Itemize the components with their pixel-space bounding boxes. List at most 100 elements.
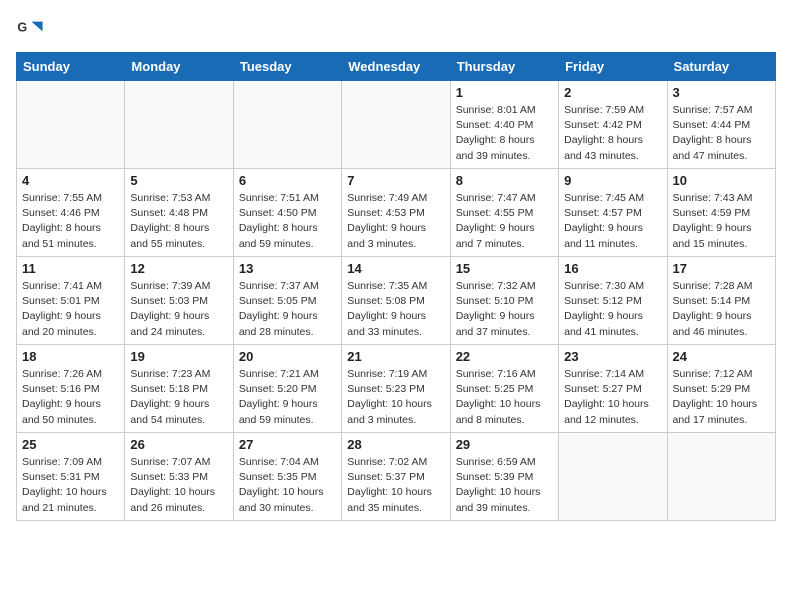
calendar-cell: 11 Sunrise: 7:41 AMSunset: 5:01 PMDayligh… (17, 257, 125, 345)
day-number: 19 (130, 349, 227, 364)
calendar-cell: 2Sunrise: 7:59 AMSunset: 4:42 PMDaylight… (559, 81, 667, 169)
day-number: 11 (22, 261, 119, 276)
calendar-cell: 7 Sunrise: 7:49 AMSunset: 4:53 PMDaylight… (342, 169, 450, 257)
calendar-week-row: 18 Sunrise: 7:26 AMSunset: 5:16 PMDayligh… (17, 345, 776, 433)
day-detail: Sunrise: 7:39 AMSunset: 5:03 PMDaylight:… (130, 279, 227, 340)
calendar-cell: 12 Sunrise: 7:39 AMSunset: 5:03 PMDayligh… (125, 257, 233, 345)
calendar-cell: 6 Sunrise: 7:51 AMSunset: 4:50 PMDaylight… (233, 169, 341, 257)
day-detail: Sunrise: 7:51 AMSunset: 4:50 PMDaylight:… (239, 191, 336, 252)
calendar-cell (17, 81, 125, 169)
weekday-header: Wednesday (342, 53, 450, 81)
day-detail: Sunrise: 7:32 AMSunset: 5:10 PMDaylight:… (456, 279, 553, 340)
calendar-cell (667, 433, 775, 521)
day-number: 21 (347, 349, 444, 364)
calendar-cell: 21 Sunrise: 7:19 AMSunset: 5:23 PMDayligh… (342, 345, 450, 433)
day-detail: Sunrise: 7:47 AMSunset: 4:55 PMDaylight:… (456, 191, 553, 252)
day-number: 27 (239, 437, 336, 452)
calendar-cell: 19 Sunrise: 7:23 AMSunset: 5:18 PMDayligh… (125, 345, 233, 433)
day-number: 13 (239, 261, 336, 276)
day-number: 20 (239, 349, 336, 364)
day-number: 3 (673, 85, 770, 100)
weekday-header: Monday (125, 53, 233, 81)
day-detail: Sunrise: 7:26 AMSunset: 5:16 PMDaylight:… (22, 367, 119, 428)
calendar-cell: 17 Sunrise: 7:28 AMSunset: 5:14 PMDayligh… (667, 257, 775, 345)
day-number: 17 (673, 261, 770, 276)
day-number: 7 (347, 173, 444, 188)
day-detail: Sunrise: 7:35 AMSunset: 5:08 PMDaylight:… (347, 279, 444, 340)
day-detail: Sunrise: 8:01 AMSunset: 4:40 PMDaylight:… (456, 103, 553, 164)
day-detail: Sunrise: 7:14 AMSunset: 5:27 PMDaylight:… (564, 367, 661, 428)
day-detail: Sunrise: 7:59 AMSunset: 4:42 PMDaylight:… (564, 103, 661, 164)
calendar-cell: 1 Sunrise: 8:01 AMSunset: 4:40 PMDaylight… (450, 81, 558, 169)
weekday-header: Thursday (450, 53, 558, 81)
day-detail: Sunrise: 7:21 AMSunset: 5:20 PMDaylight:… (239, 367, 336, 428)
day-detail: Sunrise: 7:53 AMSunset: 4:48 PMDaylight:… (130, 191, 227, 252)
calendar-cell: 5 Sunrise: 7:53 AMSunset: 4:48 PMDaylight… (125, 169, 233, 257)
calendar-cell (233, 81, 341, 169)
calendar-week-row: 25Sunrise: 7:09 AMSunset: 5:31 PMDayligh… (17, 433, 776, 521)
calendar-cell: 29 Sunrise: 6:59 AMSunset: 5:39 PMDayligh… (450, 433, 558, 521)
day-detail: Sunrise: 7:04 AMSunset: 5:35 PMDaylight:… (239, 455, 336, 516)
calendar-week-row: 11 Sunrise: 7:41 AMSunset: 5:01 PMDayligh… (17, 257, 776, 345)
day-detail: Sunrise: 7:07 AMSunset: 5:33 PMDaylight:… (130, 455, 227, 516)
day-number: 29 (456, 437, 553, 452)
calendar-cell: 22 Sunrise: 7:16 AMSunset: 5:25 PMDayligh… (450, 345, 558, 433)
calendar-cell: 9 Sunrise: 7:45 AMSunset: 4:57 PMDaylight… (559, 169, 667, 257)
day-detail: Sunrise: 7:23 AMSunset: 5:18 PMDaylight:… (130, 367, 227, 428)
day-number: 6 (239, 173, 336, 188)
calendar-cell: 16 Sunrise: 7:30 AMSunset: 5:12 PMDayligh… (559, 257, 667, 345)
day-detail: Sunrise: 7:43 AMSunset: 4:59 PMDaylight:… (673, 191, 770, 252)
day-number: 10 (673, 173, 770, 188)
weekday-header: Sunday (17, 53, 125, 81)
calendar-cell: 26 Sunrise: 7:07 AMSunset: 5:33 PMDayligh… (125, 433, 233, 521)
day-number: 8 (456, 173, 553, 188)
calendar-week-row: 4 Sunrise: 7:55 AMSunset: 4:46 PMDaylight… (17, 169, 776, 257)
day-detail: Sunrise: 7:12 AMSunset: 5:29 PMDaylight:… (673, 367, 770, 428)
day-detail: Sunrise: 7:55 AMSunset: 4:46 PMDaylight:… (22, 191, 119, 252)
calendar-cell (125, 81, 233, 169)
day-detail: Sunrise: 7:49 AMSunset: 4:53 PMDaylight:… (347, 191, 444, 252)
day-detail: Sunrise: 7:57 AMSunset: 4:44 PMDaylight:… (673, 103, 770, 164)
day-detail: Sunrise: 7:41 AMSunset: 5:01 PMDaylight:… (22, 279, 119, 340)
calendar-cell: 27 Sunrise: 7:04 AMSunset: 5:35 PMDayligh… (233, 433, 341, 521)
day-number: 16 (564, 261, 661, 276)
day-number: 1 (456, 85, 553, 100)
day-number: 18 (22, 349, 119, 364)
day-number: 22 (456, 349, 553, 364)
calendar-cell: 25Sunrise: 7:09 AMSunset: 5:31 PMDayligh… (17, 433, 125, 521)
calendar-cell: 8 Sunrise: 7:47 AMSunset: 4:55 PMDaylight… (450, 169, 558, 257)
day-detail: Sunrise: 7:37 AMSunset: 5:05 PMDaylight:… (239, 279, 336, 340)
day-number: 23 (564, 349, 661, 364)
day-detail: Sunrise: 7:16 AMSunset: 5:25 PMDaylight:… (456, 367, 553, 428)
calendar-cell: 24 Sunrise: 7:12 AMSunset: 5:29 PMDayligh… (667, 345, 775, 433)
weekday-header: Tuesday (233, 53, 341, 81)
calendar-cell: 20 Sunrise: 7:21 AMSunset: 5:20 PMDayligh… (233, 345, 341, 433)
logo-icon: G (16, 16, 44, 44)
day-detail: Sunrise: 6:59 AMSunset: 5:39 PMDaylight:… (456, 455, 553, 516)
weekday-header: Friday (559, 53, 667, 81)
day-number: 26 (130, 437, 227, 452)
calendar-week-row: 1 Sunrise: 8:01 AMSunset: 4:40 PMDaylight… (17, 81, 776, 169)
day-number: 28 (347, 437, 444, 452)
day-number: 12 (130, 261, 227, 276)
day-number: 15 (456, 261, 553, 276)
calendar-cell: 23 Sunrise: 7:14 AMSunset: 5:27 PMDayligh… (559, 345, 667, 433)
calendar-cell (559, 433, 667, 521)
day-detail: Sunrise: 7:28 AMSunset: 5:14 PMDaylight:… (673, 279, 770, 340)
day-number: 4 (22, 173, 119, 188)
calendar-cell: 13 Sunrise: 7:37 AMSunset: 5:05 PMDayligh… (233, 257, 341, 345)
calendar-cell: 15 Sunrise: 7:32 AMSunset: 5:10 PMDayligh… (450, 257, 558, 345)
calendar-cell: 10 Sunrise: 7:43 AMSunset: 4:59 PMDayligh… (667, 169, 775, 257)
day-number: 9 (564, 173, 661, 188)
day-detail: Sunrise: 7:45 AMSunset: 4:57 PMDaylight:… (564, 191, 661, 252)
day-detail: Sunrise: 7:30 AMSunset: 5:12 PMDaylight:… (564, 279, 661, 340)
calendar-cell: 18 Sunrise: 7:26 AMSunset: 5:16 PMDayligh… (17, 345, 125, 433)
day-number: 24 (673, 349, 770, 364)
page-header: G (16, 16, 776, 44)
calendar-header: SundayMondayTuesdayWednesdayThursdayFrid… (17, 53, 776, 81)
day-detail: Sunrise: 7:19 AMSunset: 5:23 PMDaylight:… (347, 367, 444, 428)
day-number: 5 (130, 173, 227, 188)
calendar-cell: 28Sunrise: 7:02 AMSunset: 5:37 PMDayligh… (342, 433, 450, 521)
calendar-cell: 14Sunrise: 7:35 AMSunset: 5:08 PMDayligh… (342, 257, 450, 345)
logo: G (16, 16, 48, 44)
